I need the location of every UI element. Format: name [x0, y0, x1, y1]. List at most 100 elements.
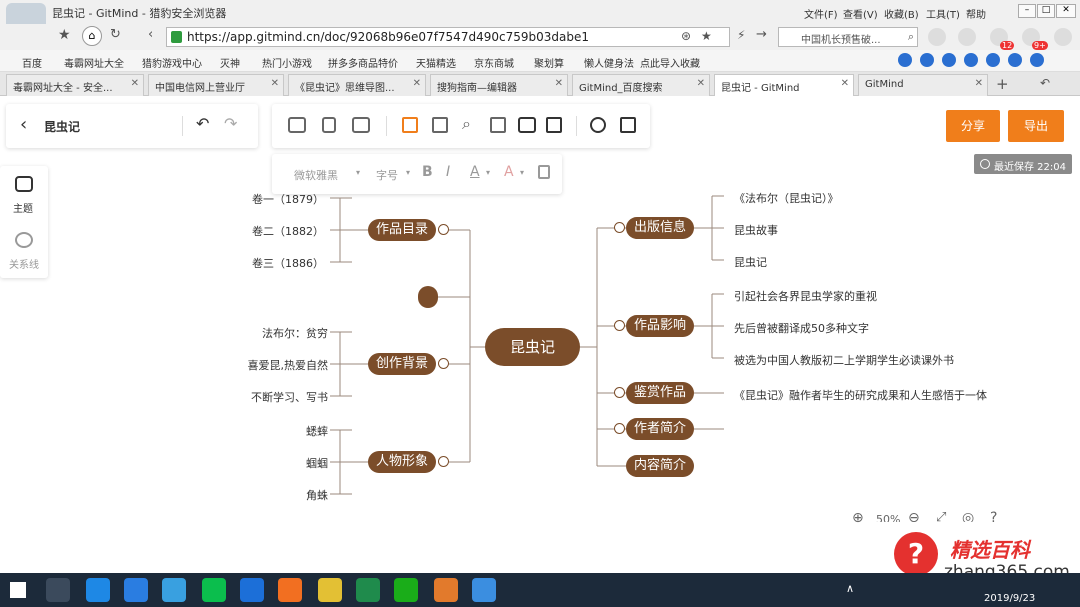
mindmap-root-node[interactable]: 昆虫记	[485, 328, 580, 366]
mindmap-branch-publication[interactable]: 出版信息	[626, 217, 694, 239]
minimize-button[interactable]: –	[1018, 4, 1036, 18]
close-tab-icon[interactable]: ✕	[413, 78, 421, 89]
kugou-icon[interactable]	[240, 578, 264, 602]
menu-tools[interactable]: 工具(T)	[926, 6, 960, 21]
new-tab-button[interactable]: +	[996, 75, 1009, 93]
forward-icon[interactable]: →	[756, 27, 767, 42]
mindmap-branch-summary[interactable]: 内容简介	[626, 455, 694, 477]
ext-lock-icon[interactable]	[958, 28, 976, 46]
sogou-icon[interactable]	[124, 578, 148, 602]
favorite-icon[interactable]: ★	[701, 29, 712, 43]
iqiyi-icon[interactable]	[202, 578, 226, 602]
windows-start-icon[interactable]	[10, 582, 26, 598]
tab-gitmind[interactable]: GitMind ✕	[858, 74, 988, 96]
collapse-toggle-icon[interactable]	[614, 320, 625, 331]
bookmark-tmall[interactable]: 天猫精选	[416, 55, 456, 70]
mindmap-leaf[interactable]: 《昆虫记》融作者毕生的研究成果和人生感悟于一体	[734, 387, 987, 403]
tab-gitmind-doc[interactable]: 昆虫记 - GitMind ✕	[714, 74, 854, 96]
collapse-toggle-icon[interactable]	[614, 387, 625, 398]
bookmark-mieshen[interactable]: 灭神	[220, 55, 240, 70]
mindmap-leaf[interactable]: 《法布尔（昆虫记）》	[734, 190, 839, 206]
plugin-icon[interactable]	[920, 53, 934, 67]
mindmap-leaf[interactable]: 先后曾被翻译成50多种文字	[734, 320, 869, 336]
address-bar[interactable]: https://app.gitmind.cn/doc/92068b96e07f7…	[166, 27, 730, 47]
tab-sogou[interactable]: 搜狗指南—编辑器 ✕	[430, 74, 568, 96]
mindmap-branch-author[interactable]: 作者简介	[626, 418, 694, 440]
plugin-icon[interactable]	[942, 53, 956, 67]
bookmark-duba[interactable]: 毒霸网址大全	[64, 55, 124, 70]
mindmap-leaf[interactable]: 法布尔：贫穷	[262, 325, 328, 341]
menu-icon[interactable]	[1054, 28, 1072, 46]
bookmark-jd[interactable]: 京东商城	[474, 55, 514, 70]
mindmap-leaf[interactable]: 喜爱昆,热爱自然	[248, 357, 329, 373]
tab-mindmap-search[interactable]: 《昆虫记》思维导图... ✕	[288, 74, 426, 96]
mindmap-branch-background[interactable]: 创作背景	[368, 353, 436, 375]
bookmark-import[interactable]: 点此导入收藏	[640, 55, 700, 70]
plugin-icon[interactable]	[1030, 53, 1044, 67]
bookmark-juhuasuan[interactable]: 聚划算	[534, 55, 564, 70]
tab-baidu-gitmind[interactable]: GitMind_百度搜索 ✕	[572, 74, 710, 96]
bookmark-pinduoduo[interactable]: 拼多多商品特价	[328, 55, 398, 70]
bookmark-baidu[interactable]: 百度	[22, 55, 42, 70]
mindmap-leaf[interactable]: 蝈蝈	[306, 455, 328, 471]
bookmark-hot-games[interactable]: 热门小游戏	[262, 55, 312, 70]
search-icon[interactable]: ⌕	[908, 30, 914, 44]
mindmap-leaf[interactable]: 卷一（1879）	[252, 191, 324, 207]
menu-view[interactable]: 查看(V)	[843, 6, 878, 21]
ie-alt-icon[interactable]	[162, 578, 186, 602]
collapse-toggle-icon[interactable]	[438, 224, 449, 235]
close-tab-icon[interactable]: ✕	[841, 78, 849, 89]
firefox-icon[interactable]	[278, 578, 302, 602]
plugin-icon[interactable]	[986, 53, 1000, 67]
close-window-button[interactable]: ✕	[1056, 4, 1076, 18]
mindmap-leaf[interactable]: 卷二（1882）	[252, 223, 324, 239]
refresh-icon[interactable]: ↻	[110, 27, 121, 42]
menu-help[interactable]: 帮助	[966, 6, 986, 21]
plugin-icon[interactable]	[1008, 53, 1022, 67]
mindmap-leaf[interactable]: 角蛛	[306, 487, 328, 503]
excel-icon[interactable]	[356, 578, 380, 602]
tray-up-icon[interactable]: ∧	[846, 582, 854, 595]
tab-telecom[interactable]: 中国电信网上营业厅 ✕	[148, 74, 284, 96]
mindmap-leaf[interactable]: 昆虫记	[734, 254, 767, 270]
mindmap-leaf[interactable]: 引起社会各界昆虫学家的重视	[734, 288, 877, 304]
collapse-toggle-icon[interactable]	[614, 222, 625, 233]
ie-icon[interactable]	[86, 578, 110, 602]
close-tab-icon[interactable]: ✕	[697, 78, 705, 89]
speed-icon[interactable]: ⊛	[681, 29, 691, 43]
task-view-icon[interactable]	[46, 578, 70, 602]
collapse-toggle-icon[interactable]	[438, 456, 449, 467]
maximize-button[interactable]: □	[1037, 4, 1055, 18]
mindmap-branch-influence[interactable]: 作品影响	[626, 315, 694, 337]
menu-file[interactable]: 文件(F)	[804, 6, 838, 21]
home-icon[interactable]: ⌂	[82, 26, 102, 46]
bookmark-game-center[interactable]: 猎豹游戏中心	[142, 55, 202, 70]
close-tab-icon[interactable]: ✕	[271, 78, 279, 89]
mindmap-branch-empty[interactable]	[418, 286, 438, 308]
monitor-icon[interactable]	[472, 578, 496, 602]
tab-back-icon[interactable]: ↶	[1040, 76, 1050, 90]
zoom-in-icon[interactable]: ⊕	[852, 510, 864, 526]
mindmap-branch-characters[interactable]: 人物形象	[368, 451, 436, 473]
close-tab-icon[interactable]: ✕	[131, 78, 139, 89]
mindmap-branch-appreciation[interactable]: 鉴赏作品	[626, 382, 694, 404]
browser-icon[interactable]	[434, 578, 458, 602]
tab-duba[interactable]: 毒霸网址大全 - 安全... ✕	[6, 74, 144, 96]
plugin-icon[interactable]	[964, 53, 978, 67]
mindmap-leaf[interactable]: 被选为中国人教版初二上学期学生必读课外书	[734, 352, 954, 368]
star-icon[interactable]: ★	[58, 27, 71, 43]
plugin-icon[interactable]	[898, 53, 912, 67]
close-tab-icon[interactable]: ✕	[975, 78, 983, 89]
wechat-icon[interactable]	[394, 578, 418, 602]
search-box[interactable]: 中国机长预售破... ⌕	[778, 27, 918, 47]
mindmap-leaf[interactable]: 不断学习、写书	[251, 389, 328, 405]
bookmark-fitness[interactable]: 懒人健身法	[584, 55, 634, 70]
mindmap-leaf[interactable]: 昆虫故事	[734, 222, 778, 238]
mindmap-leaf[interactable]: 蟋蟀	[306, 423, 328, 439]
collapse-toggle-icon[interactable]	[614, 423, 625, 434]
close-tab-icon[interactable]: ✕	[555, 78, 563, 89]
mindmap-branch-works-catalog[interactable]: 作品目录	[368, 219, 436, 241]
collapse-toggle-icon[interactable]	[438, 358, 449, 369]
lightning-icon[interactable]: ⚡	[737, 28, 745, 42]
menu-favorites[interactable]: 收藏(B)	[884, 6, 919, 21]
